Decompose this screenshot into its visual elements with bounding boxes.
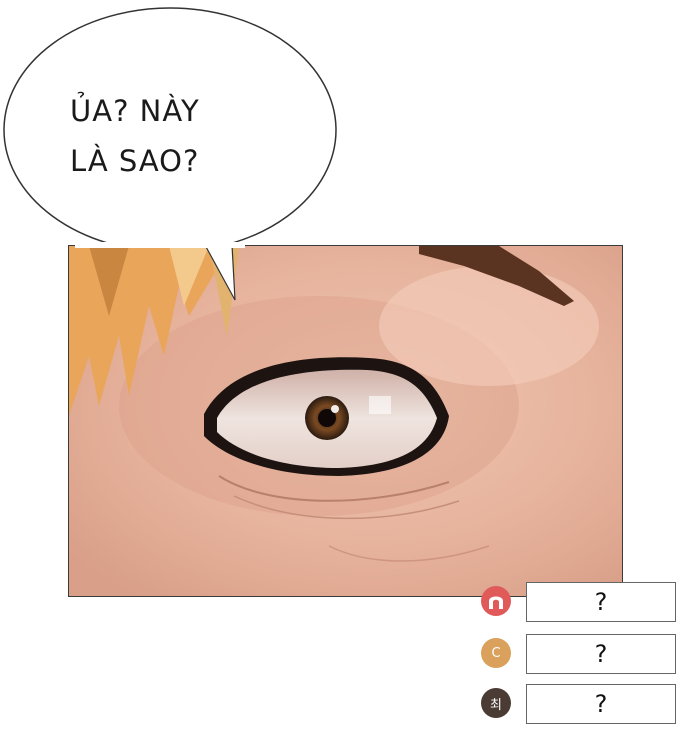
reaction-row-1[interactable]: ? [478,582,678,622]
speech-bubble-text: ỦA? NÀY LÀ SAO? [70,86,280,186]
speech-line-2: LÀ SAO? [70,144,200,178]
reaction-icon-red [481,586,511,616]
reaction-value-box-1[interactable]: ? [526,582,676,622]
reaction-value-box-2[interactable]: ? [526,634,676,674]
speech-line-1: ỦA? NÀY [70,94,200,128]
arch-icon [489,596,503,609]
reaction-row-2[interactable]: C ? [478,634,678,674]
reaction-icon-choi: 최 [481,688,511,718]
reaction-value-box-3[interactable]: ? [526,684,676,724]
reaction-row-3[interactable]: 최 ? [478,684,678,724]
reaction-icon-c: C [481,638,511,668]
